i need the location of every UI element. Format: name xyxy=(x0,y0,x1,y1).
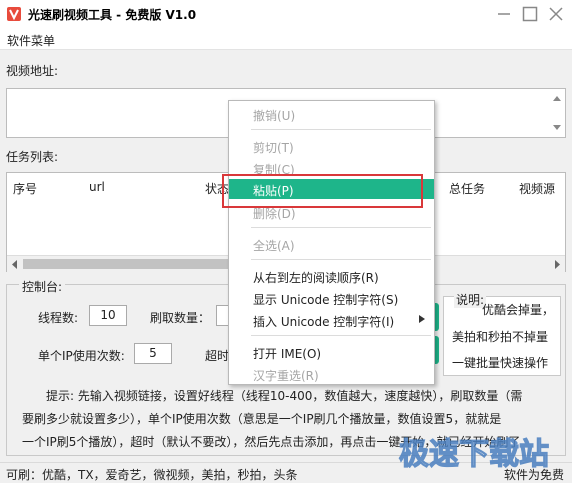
menu-item-undo[interactable]: 撤销(U) xyxy=(229,104,434,124)
minimize-icon[interactable] xyxy=(494,4,514,24)
menu-bar: 软件菜单 xyxy=(0,28,572,50)
description-line: 一键批量快速操作 xyxy=(452,356,549,370)
task-list-label: 任务列表: xyxy=(6,150,59,164)
count-input[interactable] xyxy=(216,305,228,326)
console-legend: 控制台: xyxy=(19,278,66,295)
scroll-down-icon[interactable] xyxy=(553,125,561,131)
chevron-right-icon xyxy=(419,315,425,323)
menu-item-reconversion[interactable]: 汉字重选(R) xyxy=(229,364,434,384)
title-bar: 光速刷视频工具 - 免费版 V1.0 xyxy=(0,0,572,28)
maximize-icon[interactable] xyxy=(520,4,540,24)
description-line: 美拍和秒拍不掉量 xyxy=(452,330,549,344)
video-url-label: 视频地址: xyxy=(6,64,59,78)
highlight-box xyxy=(222,174,423,208)
menu-software[interactable]: 软件菜单 xyxy=(7,32,55,49)
scroll-left-icon[interactable] xyxy=(11,260,17,269)
menu-item-insert-unicode[interactable]: 插入 Unicode 控制字符(I) xyxy=(229,310,434,330)
hint-line: 提示: 先输入视频链接，设置好线程（线程10-400，数值越大，速度越快），刷取… xyxy=(46,389,523,403)
threads-input[interactable]: 10 xyxy=(89,305,127,326)
app-logo-icon xyxy=(7,7,21,21)
menu-item-select-all[interactable]: 全选(A) xyxy=(229,234,434,254)
menu-separator xyxy=(251,227,431,228)
col-index[interactable]: 序号 xyxy=(13,180,37,197)
threads-label: 线程数: xyxy=(38,311,79,325)
menu-separator xyxy=(251,129,431,130)
scroll-up-icon[interactable] xyxy=(553,95,561,101)
col-url[interactable]: url xyxy=(89,180,105,194)
count-label: 刷取数量： xyxy=(150,311,211,325)
col-total[interactable]: 总任务 xyxy=(449,180,485,197)
scroll-right-icon[interactable] xyxy=(555,260,561,269)
status-supported: 可刷：优酷，TX，爱奇艺，微视频，美拍，秒拍，头条 xyxy=(6,468,298,482)
menu-item-rtl-order[interactable]: 从右到左的阅读顺序(R) xyxy=(229,266,434,286)
context-menu: 撤销(U) 剪切(T) 复制(C) 粘贴(P) 删除(D) 全选(A) 从右到左… xyxy=(228,100,435,385)
per-ip-input[interactable]: 5 xyxy=(134,343,172,364)
per-ip-label: 单个IP使用次数: xyxy=(38,349,125,363)
window-title: 光速刷视频工具 - 免费版 V1.0 xyxy=(28,8,197,22)
watermark-logo: 极速下载站 xyxy=(398,436,549,472)
menu-item-show-unicode[interactable]: 显示 Unicode 控制字符(S) xyxy=(229,288,434,308)
timeout-label: 超时 xyxy=(205,349,230,363)
menu-item-open-ime[interactable]: 打开 IME(O) xyxy=(229,342,434,362)
watermark-text: 极速下载站 xyxy=(399,437,549,472)
menu-item-cut[interactable]: 剪切(T) xyxy=(229,136,434,156)
description-line: 优酷会掉量， xyxy=(482,303,555,317)
menu-separator xyxy=(251,259,431,260)
close-icon[interactable] xyxy=(546,4,566,24)
col-source[interactable]: 视频源 xyxy=(519,180,555,197)
menu-separator xyxy=(251,335,431,336)
hint-line: 要刷多少就设置多少），单个IP使用次数（意思是一个IP刷几个播放量，数值设置5，… xyxy=(22,412,502,426)
